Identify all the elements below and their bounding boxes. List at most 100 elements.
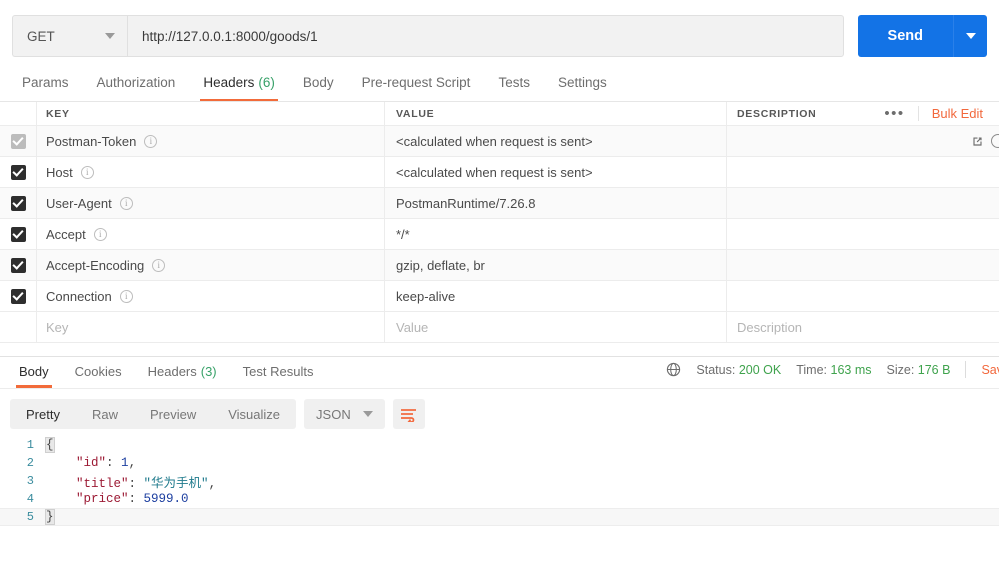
info-icon[interactable]: i (93, 227, 107, 241)
row-checkbox-cell (0, 157, 37, 187)
send-options-button[interactable] (953, 15, 987, 57)
row-value-cell[interactable]: PostmanRuntime/7.26.8 (385, 188, 727, 218)
response-meta-bar: Status: 200 OK Time: 163 ms Size: 176 B … (666, 361, 999, 378)
header-description-col: DESCRIPTION ••• Bulk Edit (727, 102, 999, 125)
row-description-cell[interactable] (727, 219, 999, 249)
row-checkbox-cell (0, 312, 37, 342)
row-action-icons (971, 134, 999, 148)
row-value-cell[interactable]: keep-alive (385, 281, 727, 311)
tab-label: Body (19, 364, 49, 379)
wrap-lines-button[interactable] (392, 399, 425, 429)
header-value-text: <calculated when request is sent> (396, 133, 593, 149)
tab-params[interactable]: Params (8, 69, 83, 102)
header-value-text: keep-alive (396, 288, 456, 304)
row-checkbox[interactable] (10, 288, 26, 304)
save-response-button[interactable]: Sav (981, 363, 999, 377)
row-description-cell[interactable] (727, 157, 999, 187)
send-button-group: Send (857, 15, 987, 57)
row-checkbox[interactable] (10, 133, 26, 149)
view-mode-preview[interactable]: Preview (134, 399, 212, 429)
response-tabs-divider (0, 388, 999, 389)
info-icon[interactable]: i (152, 258, 166, 272)
time-badge: Time: 163 ms (796, 363, 871, 377)
table-header-actions: ••• Bulk Edit (871, 102, 999, 125)
row-description-cell[interactable] (727, 188, 999, 218)
line-number: 3 (26, 474, 34, 488)
new-key-cell[interactable]: Key (37, 312, 385, 342)
row-key-cell[interactable]: Postman-Token i (37, 126, 385, 156)
tab-label: Pre-request Script (361, 75, 471, 90)
url-input[interactable] (127, 15, 844, 57)
row-value-cell[interactable]: */* (385, 219, 727, 249)
tab-label: Authorization (96, 75, 176, 90)
response-body-viewer[interactable]: 1 { 2 "id": 1, 3 "title": "华为手机", 4 "pri… (0, 436, 999, 536)
row-checkbox[interactable] (10, 195, 26, 211)
row-description-cell[interactable] (727, 281, 999, 311)
row-key-cell[interactable]: User-Agent i (37, 188, 385, 218)
tab-settings[interactable]: Settings (544, 69, 621, 102)
request-url-bar: GET Send (0, 0, 999, 62)
response-format-select[interactable]: JSON (304, 399, 385, 429)
meta-divider (965, 361, 967, 378)
code-line: 5 } (0, 508, 999, 526)
row-description-cell[interactable] (727, 126, 999, 156)
info-icon[interactable]: i (119, 196, 133, 210)
header-value-text: <calculated when request is sent> (396, 164, 593, 180)
row-checkbox[interactable] (10, 164, 26, 180)
table-row: Accept-Encoding i gzip, deflate, br (0, 250, 999, 281)
table-row: Connection i keep-alive (0, 281, 999, 312)
tab-headers[interactable]: Headers (6) (189, 69, 289, 102)
more-options-button[interactable]: ••• (871, 105, 919, 122)
status-value: 200 OK (738, 362, 782, 377)
code-token-key: "id" (76, 456, 107, 470)
tab-pre-request-script[interactable]: Pre-request Script (348, 69, 485, 102)
row-key-cell[interactable]: Host i (37, 157, 385, 187)
response-tab-test-results[interactable]: Test Results (230, 360, 327, 388)
tab-body[interactable]: Body (289, 69, 348, 102)
tab-label: Params (22, 75, 69, 90)
tab-tests[interactable]: Tests (484, 69, 544, 102)
tab-authorization[interactable]: Authorization (83, 69, 190, 102)
header-value-col: VALUE (385, 102, 727, 125)
http-method-select[interactable]: GET (12, 15, 127, 57)
row-checkbox[interactable] (10, 226, 26, 242)
chevron-down-icon (105, 33, 115, 39)
globe-icon[interactable] (666, 362, 681, 377)
row-key-cell[interactable]: Accept-Encoding i (37, 250, 385, 280)
row-value-cell[interactable]: <calculated when request is sent> (385, 157, 727, 187)
new-value-cell[interactable]: Value (385, 312, 727, 342)
external-link-icon[interactable] (971, 135, 984, 148)
row-checkbox[interactable] (10, 257, 26, 273)
row-checkbox-cell (0, 250, 37, 280)
tab-count-badge: (6) (258, 75, 275, 90)
view-mode-raw[interactable]: Raw (76, 399, 134, 429)
info-icon[interactable]: i (144, 134, 158, 148)
chevron-down-icon (362, 411, 373, 417)
row-key-cell[interactable]: Connection i (37, 281, 385, 311)
response-tab-body[interactable]: Body (6, 360, 62, 388)
tab-label: Settings (557, 75, 607, 90)
line-number: 4 (26, 492, 34, 506)
row-key-cell[interactable]: Accept i (37, 219, 385, 249)
view-mode-visualize[interactable]: Visualize (212, 399, 296, 429)
row-value-cell[interactable]: <calculated when request is sent> (385, 126, 727, 156)
new-description-cell[interactable]: Description (727, 312, 999, 342)
info-icon[interactable]: i (119, 289, 133, 303)
info-icon[interactable]: i (80, 165, 94, 179)
row-description-cell[interactable] (727, 250, 999, 280)
row-checkbox-cell (0, 281, 37, 311)
response-tab-cookies[interactable]: Cookies (62, 360, 135, 388)
status-badge: Status: 200 OK (696, 363, 781, 377)
row-value-cell[interactable]: gzip, deflate, br (385, 250, 727, 280)
cookies-icon[interactable] (991, 134, 999, 148)
new-key-placeholder: Key (46, 319, 69, 335)
send-button[interactable]: Send (857, 15, 953, 57)
bulk-edit-button[interactable]: Bulk Edit (919, 106, 993, 121)
line-number: 5 (26, 510, 34, 524)
response-tab-headers[interactable]: Headers (3) (135, 360, 230, 388)
view-mode-pretty[interactable]: Pretty (10, 399, 76, 429)
header-key-text: User-Agent (46, 195, 112, 211)
code-token-punct: , (128, 456, 137, 470)
